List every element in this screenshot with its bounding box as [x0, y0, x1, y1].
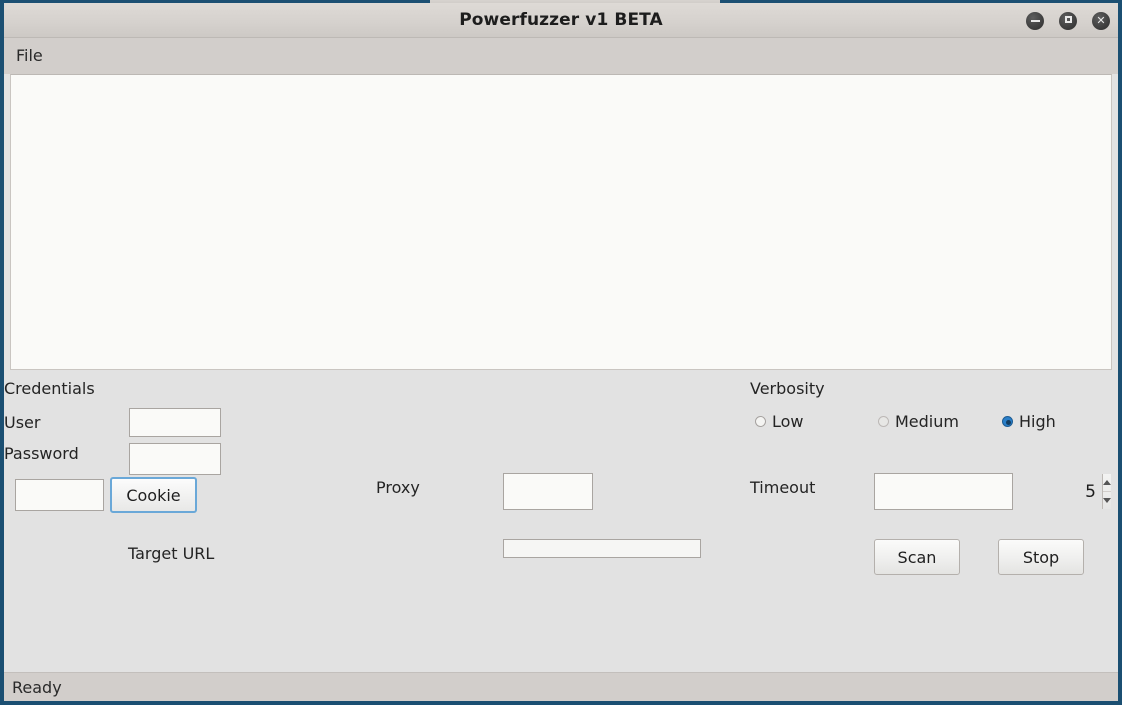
minimize-icon: [1030, 20, 1040, 22]
stop-button[interactable]: Stop: [998, 539, 1084, 575]
verbosity-option-medium[interactable]: Medium: [878, 412, 959, 431]
window-client-area: Powerfuzzer v1 BETA ✕ File Credentials U…: [4, 3, 1118, 701]
target-url-label: Target URL: [128, 544, 215, 563]
target-url-input[interactable]: [503, 539, 701, 558]
maximize-icon: [1064, 16, 1072, 23]
timeout-spinner-buttons: [1102, 474, 1111, 509]
maximize-button[interactable]: [1059, 12, 1077, 30]
verbosity-option-high[interactable]: High: [1002, 412, 1056, 431]
proxy-input[interactable]: [503, 473, 593, 510]
password-input[interactable]: [129, 443, 221, 475]
chevron-up-icon: [1103, 480, 1111, 485]
timeout-input[interactable]: [875, 474, 1102, 509]
password-label: Password: [4, 444, 79, 463]
close-button[interactable]: ✕: [1092, 12, 1110, 30]
scan-button[interactable]: Scan: [874, 539, 960, 575]
verbosity-option-medium-label: Medium: [895, 412, 959, 431]
verbosity-option-low-label: Low: [772, 412, 804, 431]
menu-item-file[interactable]: File: [12, 38, 47, 74]
statusbar: Ready: [4, 672, 1118, 701]
radio-unchecked-icon: [878, 416, 889, 427]
chevron-down-icon: [1103, 498, 1111, 503]
radio-checked-icon: [1002, 416, 1013, 427]
minimize-button[interactable]: [1026, 12, 1044, 30]
timeout-label: Timeout: [750, 478, 816, 497]
scan-output-panel[interactable]: [10, 74, 1112, 370]
verbosity-option-high-label: High: [1019, 412, 1056, 431]
radio-unchecked-icon: [755, 416, 766, 427]
application-window: Powerfuzzer v1 BETA ✕ File Credentials U…: [0, 0, 1122, 705]
verbosity-option-low[interactable]: Low: [755, 412, 804, 431]
timeout-spinner[interactable]: [874, 473, 1111, 510]
timeout-decrement-button[interactable]: [1103, 492, 1111, 509]
menubar: File: [4, 38, 1118, 74]
timeout-increment-button[interactable]: [1103, 474, 1111, 492]
verbosity-group-label: Verbosity: [750, 379, 825, 398]
window-frame-bottom[interactable]: [0, 701, 1122, 705]
user-label: User: [4, 413, 41, 432]
proxy-label: Proxy: [376, 478, 420, 497]
window-frame-right[interactable]: [1118, 0, 1122, 705]
window-title: Powerfuzzer v1 BETA: [459, 10, 663, 30]
cookie-input[interactable]: [15, 479, 104, 511]
status-message: Ready: [12, 678, 62, 697]
user-input[interactable]: [129, 408, 221, 437]
credentials-group-label: Credentials: [4, 379, 95, 398]
cookie-button[interactable]: Cookie: [110, 477, 197, 513]
titlebar[interactable]: Powerfuzzer v1 BETA ✕: [4, 3, 1118, 38]
